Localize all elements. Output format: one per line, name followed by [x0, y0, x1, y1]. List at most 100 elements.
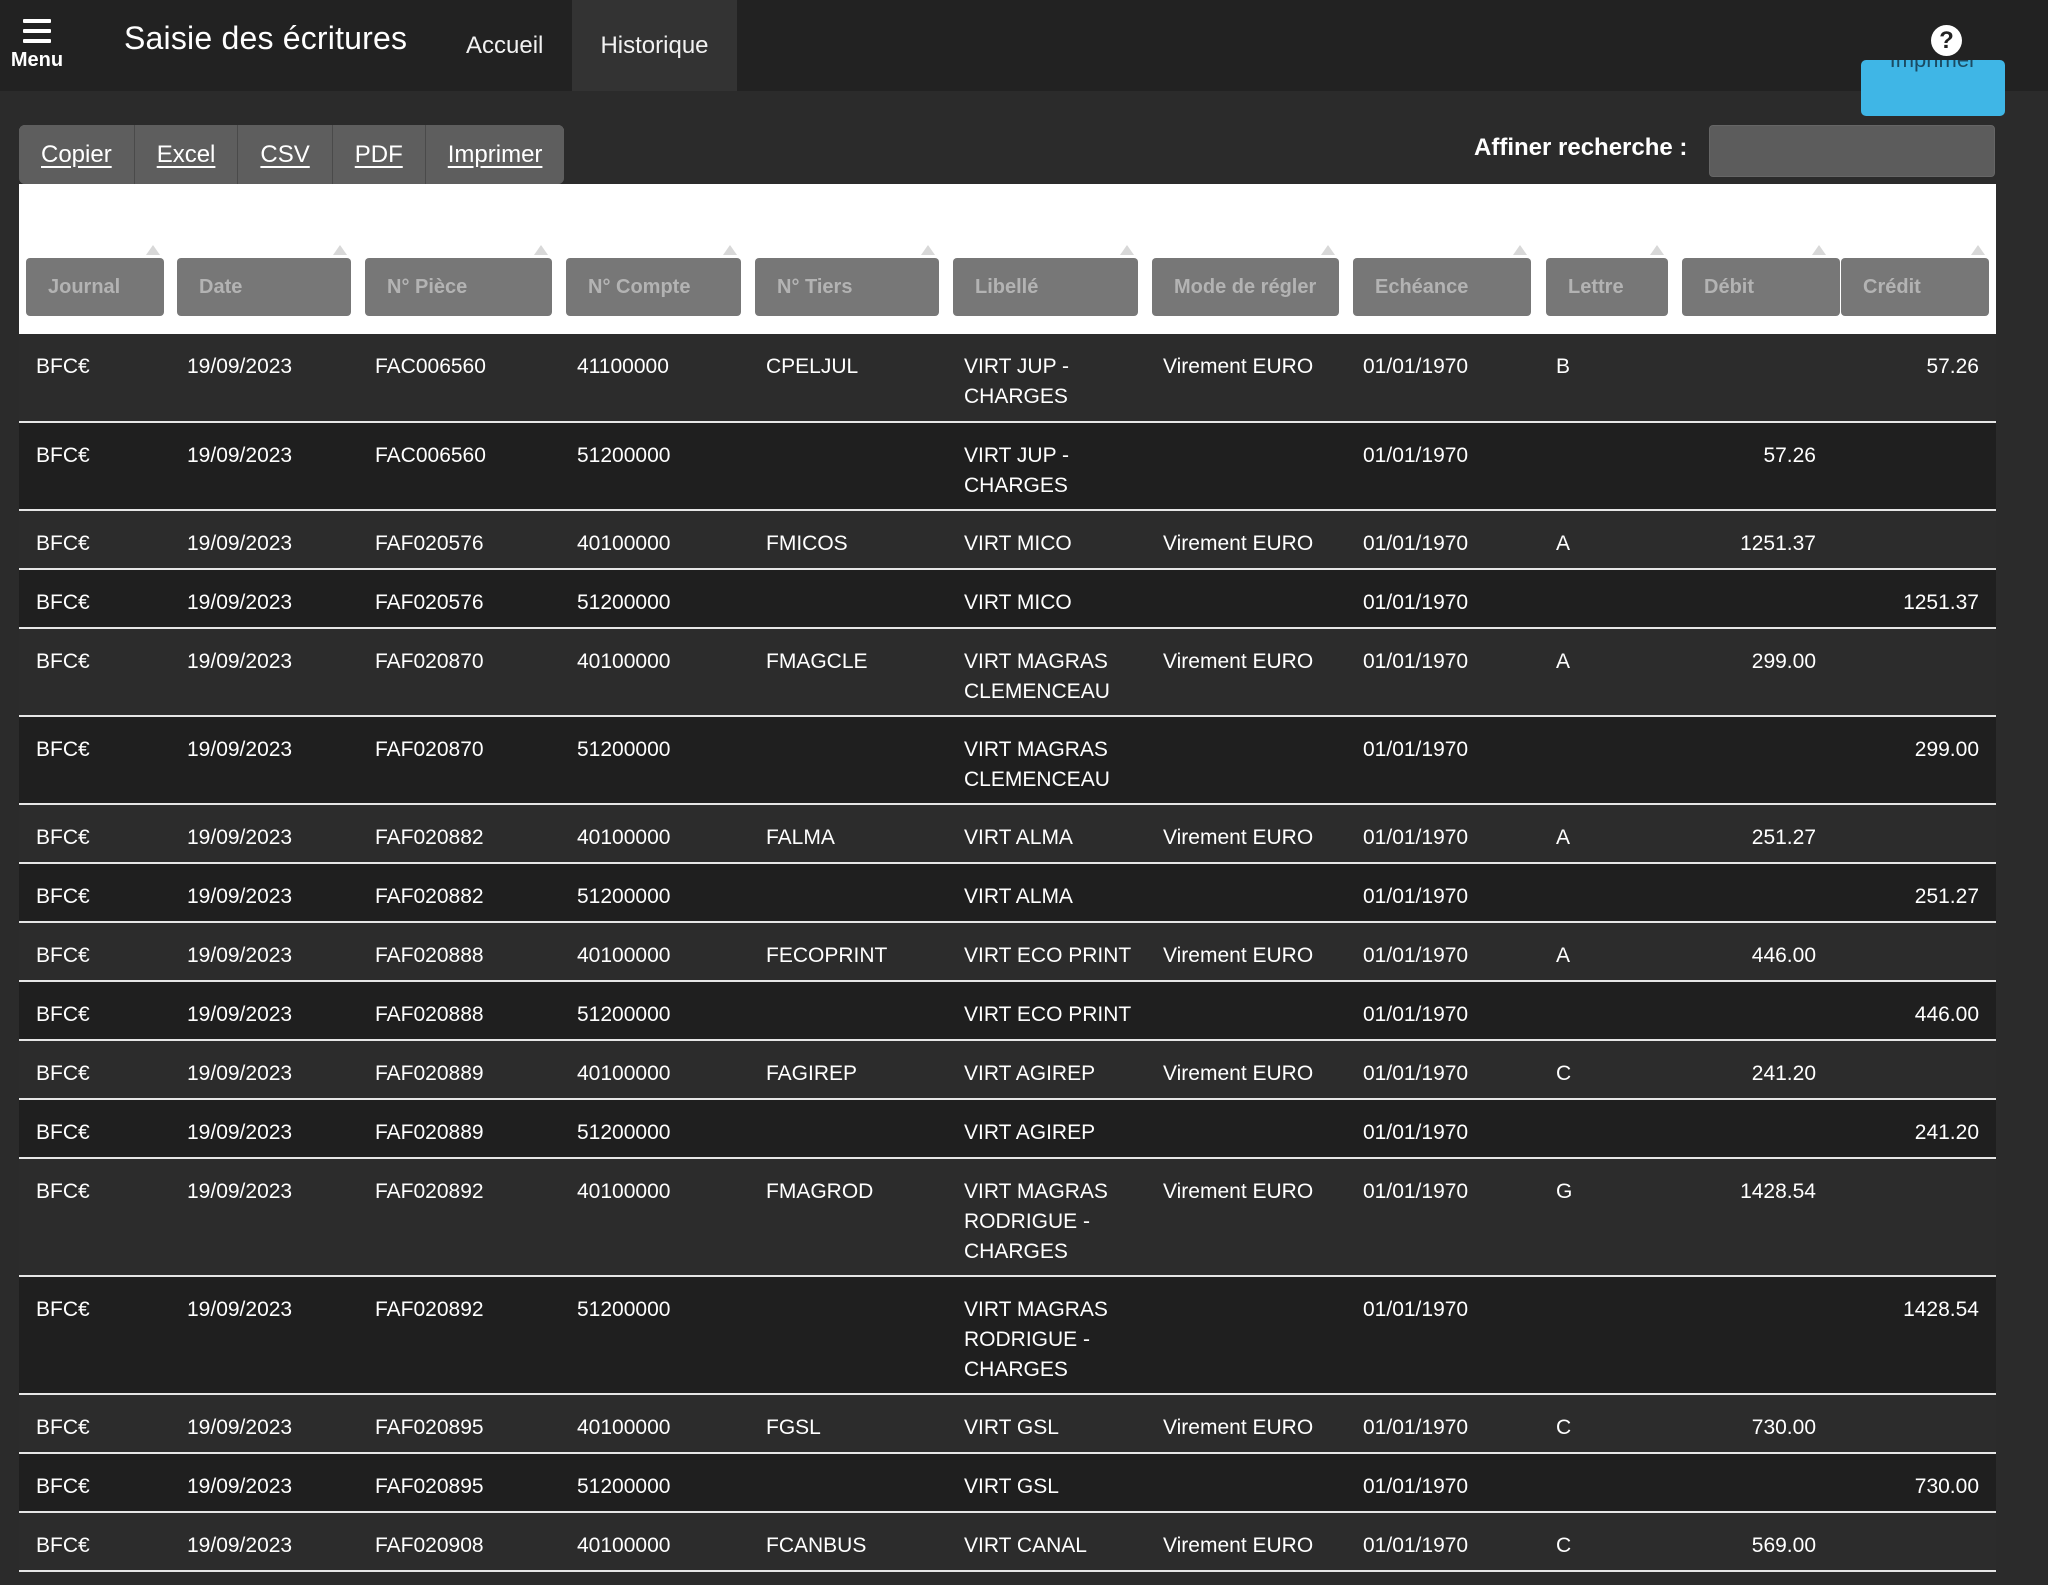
- cell-libelle: VIRT MICO: [964, 591, 1072, 614]
- cell-echeance: 01/01/1970: [1363, 1298, 1469, 1321]
- cell-mode: Virement EURO: [1163, 355, 1314, 378]
- menu-button[interactable]: Menu: [0, 0, 74, 91]
- cell-echeance: 01/01/1970: [1363, 826, 1469, 849]
- cell-date: 19/09/2023: [187, 1003, 293, 1026]
- cell-lettre: A: [1556, 532, 1571, 555]
- cell-journal: BFC€: [36, 826, 90, 849]
- sort-arrow-icon: [534, 245, 548, 255]
- cell-date: 19/09/2023: [187, 885, 293, 908]
- column-header-lettre[interactable]: Lettre: [1546, 258, 1668, 316]
- cell-tiers: FAGIREP: [766, 1062, 858, 1085]
- table-row[interactable]: BFC€ 19/09/2023 FAF020888 51200000 VIRT …: [19, 982, 1996, 1041]
- cell-date: 19/09/2023: [187, 1062, 293, 1085]
- table-row[interactable]: BFC€ 19/09/2023 FAF020870 40100000 FMAGC…: [19, 629, 1996, 717]
- cell-libelle: VIRT MAGRAS CLEMENCEAU: [964, 650, 1110, 703]
- cell-compte: 40100000: [577, 650, 671, 673]
- cell-date: 19/09/2023: [187, 1121, 293, 1144]
- cell-journal: BFC€: [36, 944, 90, 967]
- table-row[interactable]: BFC€ 19/09/2023 FAF020882 40100000 FALMA…: [19, 805, 1996, 864]
- cell-compte: 40100000: [577, 532, 671, 555]
- nav-historique[interactable]: Historique: [572, 0, 737, 91]
- table-row[interactable]: BFC€ 19/09/2023 FAC006560 41100000 CPELJ…: [19, 334, 1996, 423]
- sort-arrow-icon: [1513, 245, 1527, 255]
- cell-compte: 51200000: [577, 1003, 671, 1026]
- cell-debit: 57.26: [1763, 444, 1816, 467]
- cell-tiers: FALMA: [766, 826, 835, 849]
- column-header-compte[interactable]: N° Compte: [566, 258, 741, 316]
- cell-libelle: VIRT JUP - CHARGES: [964, 355, 1070, 408]
- cell-tiers: FECOPRINT: [766, 944, 888, 967]
- cell-libelle: VIRT MAGRAS RODRIGUE - CHARGES: [964, 1298, 1108, 1381]
- app-title[interactable]: Saisie des écritures: [124, 20, 407, 57]
- column-header-debit[interactable]: Débit: [1682, 258, 1840, 316]
- table-row[interactable]: BFC€ 19/09/2023 FAF020882 51200000 VIRT …: [19, 864, 1996, 923]
- cell-piece: FAF020892: [375, 1180, 484, 1203]
- search-input[interactable]: [1709, 125, 1995, 177]
- column-header-piece[interactable]: N° Pièce: [365, 258, 552, 316]
- cell-journal: BFC€: [36, 1534, 90, 1557]
- cell-mode: Virement EURO: [1163, 826, 1314, 849]
- cell-credit: 299.00: [1914, 738, 1979, 761]
- cell-compte: 41100000: [577, 355, 669, 378]
- table-row[interactable]: BFC€ 19/09/2023 FAF020889 40100000 FAGIR…: [19, 1041, 1996, 1100]
- top-nav-bar: Menu Saisie des écritures Accueil Histor…: [0, 0, 2048, 91]
- cell-echeance: 01/01/1970: [1363, 885, 1469, 908]
- column-header-date[interactable]: Date: [177, 258, 351, 316]
- cell-mode: Virement EURO: [1163, 650, 1314, 673]
- cell-piece: FAF020870: [375, 738, 484, 761]
- cell-mode: Virement EURO: [1163, 944, 1314, 967]
- print-button[interactable]: Imprimer: [1861, 60, 2005, 116]
- cell-credit: 241.20: [1914, 1121, 1979, 1144]
- column-header-tiers[interactable]: N° Tiers: [755, 258, 939, 316]
- sort-arrow-icon: [1650, 245, 1664, 255]
- cell-lettre: A: [1556, 826, 1571, 849]
- sort-arrow-icon: [1971, 245, 1985, 255]
- copy-button[interactable]: Copier: [19, 125, 135, 184]
- cell-tiers: FMICOS: [766, 532, 848, 555]
- cell-mode: Virement EURO: [1163, 532, 1314, 555]
- column-header-echeance[interactable]: Echéance: [1353, 258, 1531, 316]
- cell-piece: FAF020892: [375, 1298, 484, 1321]
- sort-arrow-icon: [1321, 245, 1335, 255]
- cell-libelle: VIRT JUP - CHARGES: [964, 444, 1070, 497]
- csv-button[interactable]: CSV: [238, 125, 333, 184]
- cell-mode: Virement EURO: [1163, 1180, 1314, 1203]
- sort-arrow-icon: [921, 245, 935, 255]
- help-icon[interactable]: ?: [1931, 25, 1962, 56]
- cell-compte: 51200000: [577, 885, 671, 908]
- cell-mode: Virement EURO: [1163, 1416, 1314, 1439]
- table-row[interactable]: BFC€ 19/09/2023 FAF020892 51200000 VIRT …: [19, 1277, 1996, 1395]
- cell-compte: 51200000: [577, 444, 671, 467]
- export-toolbar: Copier Excel CSV PDF Imprimer: [19, 125, 565, 184]
- table-row[interactable]: BFC€ 19/09/2023 FAF020576 51200000 VIRT …: [19, 570, 1996, 629]
- column-header-mode[interactable]: Mode de régler: [1152, 258, 1339, 316]
- cell-echeance: 01/01/1970: [1363, 944, 1469, 967]
- table-row[interactable]: BFC€ 19/09/2023 FAC006560 51200000 VIRT …: [19, 423, 1996, 511]
- cell-libelle: VIRT ALMA: [964, 885, 1073, 908]
- column-header-libelle[interactable]: Libellé: [953, 258, 1138, 316]
- cell-compte: 40100000: [577, 1534, 671, 1557]
- print-export-button[interactable]: Imprimer: [425, 125, 565, 184]
- table-row[interactable]: BFC€ 19/09/2023 FAF020895 40100000 FGSL …: [19, 1395, 1996, 1454]
- cell-journal: BFC€: [36, 1062, 90, 1085]
- table-row[interactable]: BFC€ 19/09/2023 FAF020888 40100000 FECOP…: [19, 923, 1996, 982]
- column-header-credit[interactable]: Crédit: [1841, 258, 1989, 316]
- cell-date: 19/09/2023: [187, 1298, 293, 1321]
- cell-echeance: 01/01/1970: [1363, 738, 1469, 761]
- cell-echeance: 01/01/1970: [1363, 355, 1469, 378]
- nav-accueil[interactable]: Accueil: [466, 0, 543, 91]
- table-row[interactable]: BFC€ 19/09/2023 FAF020892 40100000 FMAGR…: [19, 1159, 1996, 1277]
- table-row[interactable]: BFC€ 19/09/2023 FAF020908 40100000 FCANB…: [19, 1513, 1996, 1572]
- cell-libelle: VIRT GSL: [964, 1475, 1059, 1498]
- cell-libelle: VIRT ECO PRINT: [964, 944, 1132, 967]
- pdf-button[interactable]: PDF: [332, 125, 426, 184]
- cell-journal: BFC€: [36, 1003, 90, 1026]
- cell-piece: FAF020882: [375, 826, 484, 849]
- column-header-journal[interactable]: Journal: [26, 258, 164, 316]
- table-row[interactable]: BFC€ 19/09/2023 FAF020870 51200000 VIRT …: [19, 717, 1996, 805]
- cell-debit: 1251.37: [1740, 532, 1816, 555]
- table-row[interactable]: BFC€ 19/09/2023 FAF020576 40100000 FMICO…: [19, 511, 1996, 570]
- excel-button[interactable]: Excel: [134, 125, 239, 184]
- table-row[interactable]: BFC€ 19/09/2023 FAF020895 51200000 VIRT …: [19, 1454, 1996, 1513]
- table-row[interactable]: BFC€ 19/09/2023 FAF020889 51200000 VIRT …: [19, 1100, 1996, 1159]
